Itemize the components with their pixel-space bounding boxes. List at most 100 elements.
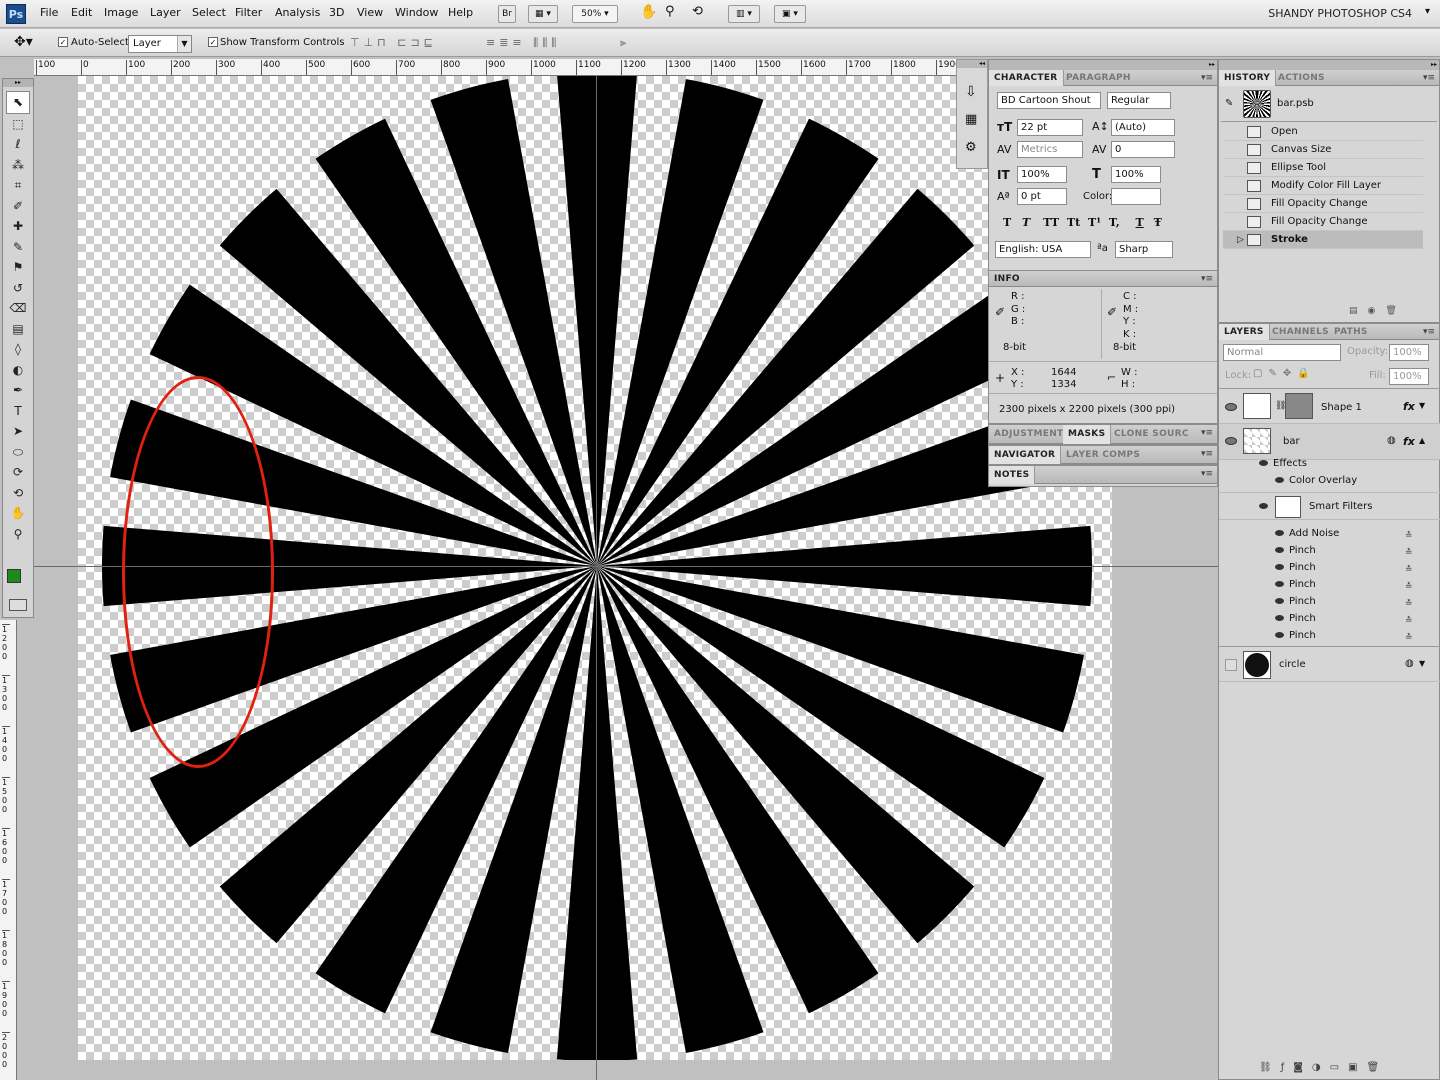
foreground-color-swatch[interactable] xyxy=(7,569,21,583)
filter-pinch[interactable]: Pinch xyxy=(1275,562,1316,573)
workspace-name[interactable]: SHANDY PHOTOSHOP CS4 xyxy=(1268,7,1412,20)
eye-icon[interactable] xyxy=(1225,437,1237,445)
filter-pinch[interactable]: Pinch xyxy=(1275,613,1316,624)
guide-vertical[interactable] xyxy=(596,76,597,1080)
tab-masks[interactable]: MASKS xyxy=(1063,425,1112,444)
quick-mask-icon[interactable] xyxy=(9,599,27,611)
bridge-button[interactable]: Br xyxy=(498,5,516,23)
history-item[interactable]: Canvas Size xyxy=(1223,141,1423,159)
3d-orbit-icon[interactable]: ⟲ xyxy=(6,483,30,504)
panel-menu-icon[interactable]: ▾≡ xyxy=(1423,73,1435,83)
tab-paragraph[interactable]: PARAGRAPH xyxy=(1061,70,1136,86)
lasso-tool-icon[interactable]: ℓ xyxy=(6,134,30,155)
zoom-select[interactable]: 50% ▾ xyxy=(572,5,618,23)
panel-menu-icon[interactable]: ▾≡ xyxy=(1201,449,1213,459)
panel-grip[interactable]: ▸▸ xyxy=(1219,60,1439,70)
tab-clone-source[interactable]: CLONE SOURC xyxy=(1109,425,1194,444)
menu-select[interactable]: Select xyxy=(192,6,226,19)
history-snapshot[interactable]: ✎ bar.psb xyxy=(1221,88,1437,122)
blend-mode-select[interactable]: Normal xyxy=(1223,344,1341,361)
brushes-panel-icon[interactable]: ⇩ xyxy=(965,84,977,100)
eye-icon[interactable] xyxy=(1275,632,1284,638)
transform-controls-checkbox[interactable]: ✓ xyxy=(208,37,218,48)
tab-paths[interactable]: PATHS xyxy=(1329,324,1373,340)
layers-footer-buttons[interactable]: ⛓ƒ◙◑▭▣🗑 xyxy=(1259,1062,1388,1073)
opacity-field[interactable]: 100% xyxy=(1389,344,1429,361)
menu-image[interactable]: Image xyxy=(104,6,138,19)
superscript-button[interactable]: T¹ xyxy=(1088,216,1101,229)
eye-icon[interactable] xyxy=(1275,598,1284,604)
hand-tool-icon[interactable]: ✋ xyxy=(6,503,30,524)
magic-wand-icon[interactable]: ⁂ xyxy=(6,155,30,176)
filter-pinch[interactable]: Pinch xyxy=(1275,596,1316,607)
history-brush-icon[interactable]: ↺ xyxy=(6,278,30,299)
chevron-up-icon[interactable]: ▲ xyxy=(1419,436,1425,445)
effects-row[interactable]: Effects xyxy=(1259,458,1307,469)
tab-notes[interactable]: NOTES xyxy=(989,466,1036,484)
menu-analysis[interactable]: Analysis xyxy=(275,6,320,19)
collapse-icon[interactable]: ◂◂ xyxy=(957,60,987,68)
kerning-field[interactable]: Metrics xyxy=(1017,141,1083,158)
history-footer-buttons[interactable]: ▤◉🗑 xyxy=(1349,306,1407,316)
panel-grip[interactable]: ▸▸ xyxy=(989,60,1217,70)
font-size-field[interactable]: 22 pt xyxy=(1017,119,1083,136)
tracking-field[interactable]: 0 xyxy=(1111,141,1175,158)
move-tool-icon[interactable]: ⬉ xyxy=(6,91,30,114)
auto-select-checkbox[interactable]: ✓ xyxy=(58,37,68,48)
healing-brush-icon[interactable]: ✚ xyxy=(6,216,30,237)
fx-icon[interactable]: fx xyxy=(1403,435,1415,448)
eye-icon[interactable] xyxy=(1259,460,1268,466)
faux-bold-button[interactable]: T xyxy=(1003,216,1011,229)
zoom-tool-icon[interactable]: ⚲ xyxy=(665,4,675,19)
workspace-arrow-icon[interactable]: ▾ xyxy=(1425,6,1430,17)
path-select-icon[interactable]: ➤ xyxy=(6,421,30,442)
tab-actions[interactable]: ACTIONS xyxy=(1273,70,1330,86)
auto-align-icon[interactable]: ⫸ xyxy=(620,36,626,50)
tab-info[interactable]: INFO xyxy=(989,271,1025,287)
small-caps-button[interactable]: Tt xyxy=(1067,216,1080,229)
panel-menu-icon[interactable]: ▾≡ xyxy=(1201,428,1213,438)
fill-field[interactable]: 100% xyxy=(1389,368,1429,385)
tab-layer-comps[interactable]: LAYER COMPS xyxy=(1061,446,1145,464)
filter-pinch[interactable]: Pinch xyxy=(1275,630,1316,641)
menu-window[interactable]: Window xyxy=(395,6,438,19)
panel-menu-icon[interactable]: ▾≡ xyxy=(1201,73,1213,83)
faux-italic-button[interactable]: T xyxy=(1022,216,1030,229)
styles-panel-icon[interactable]: ⚙ xyxy=(965,140,977,155)
filter-add-noise[interactable]: Add Noise xyxy=(1275,528,1339,539)
eraser-icon[interactable]: ⌫ xyxy=(6,298,30,319)
visibility-toggle[interactable] xyxy=(1225,659,1237,671)
layer-circle[interactable]: circle ◍ ▼ xyxy=(1219,646,1440,682)
eye-icon[interactable] xyxy=(1275,564,1284,570)
history-item[interactable]: Open xyxy=(1223,123,1423,141)
eye-icon[interactable] xyxy=(1259,503,1268,509)
shape-tool-icon[interactable]: ⬭ xyxy=(6,442,30,463)
panel-menu-icon[interactable]: ▾≡ xyxy=(1423,327,1435,337)
subscript-button[interactable]: T, xyxy=(1109,216,1120,229)
filter-pinch[interactable]: Pinch xyxy=(1275,579,1316,590)
pen-tool-icon[interactable]: ✒ xyxy=(6,380,30,401)
eyedropper-icon[interactable]: ✐ xyxy=(6,196,30,217)
type-tool-icon[interactable]: T xyxy=(6,401,30,422)
menu-help[interactable]: Help xyxy=(448,6,473,19)
history-brush-source-icon[interactable]: ✎ xyxy=(1225,98,1233,109)
gradient-tool-icon[interactable]: ▤ xyxy=(6,319,30,340)
menu-3d[interactable]: 3D xyxy=(329,6,344,19)
fx-icon[interactable]: fx xyxy=(1403,400,1415,413)
eye-icon[interactable] xyxy=(1275,615,1284,621)
clone-stamp-icon[interactable]: ⚑ xyxy=(6,257,30,278)
eye-icon[interactable] xyxy=(1275,547,1284,553)
language-select[interactable]: English: USA xyxy=(995,241,1091,258)
tab-history[interactable]: HISTORY xyxy=(1219,70,1277,86)
baseline-shift-field[interactable]: 0 pt xyxy=(1017,188,1067,205)
hand-tool-icon[interactable]: ✋ xyxy=(640,4,657,20)
font-family-select[interactable]: BD Cartoon Shout xyxy=(997,92,1101,109)
vertical-scale-field[interactable]: 100% xyxy=(1017,166,1067,183)
dodge-tool-icon[interactable]: ◐ xyxy=(6,360,30,381)
arrange-documents-button[interactable]: ▥ ▾ xyxy=(728,5,760,23)
font-style-select[interactable]: Regular xyxy=(1107,92,1171,109)
history-item-active[interactable]: ▷ Stroke xyxy=(1223,231,1423,249)
swatches-panel-icon[interactable]: ▦ xyxy=(965,112,977,127)
filter-pinch[interactable]: Pinch xyxy=(1275,545,1316,556)
strikethrough-button[interactable]: Ŧ xyxy=(1154,216,1162,229)
